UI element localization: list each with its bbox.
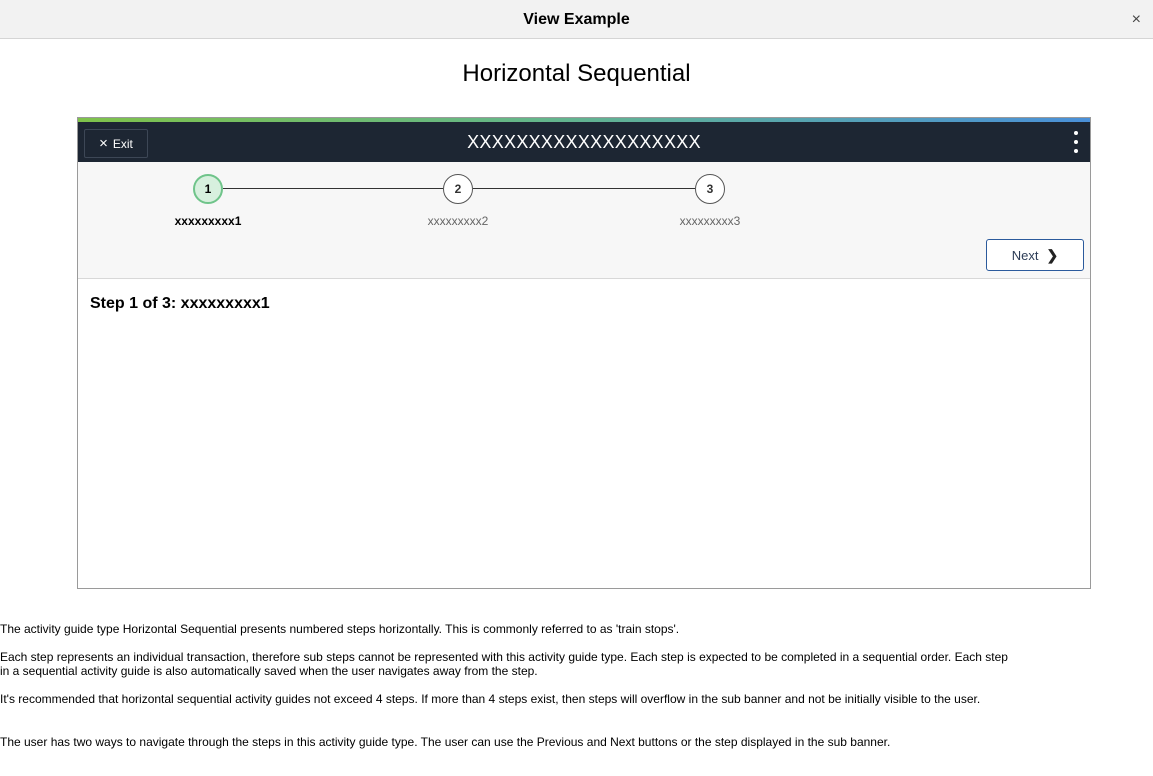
step-1-circle[interactable]: 1	[193, 174, 223, 204]
step-1-label[interactable]: xxxxxxxxx1	[138, 214, 278, 228]
step-heading: Step 1 of 3: xxxxxxxxx1	[90, 295, 270, 312]
dialog-title: View Example	[523, 11, 630, 28]
description-paragraph: Each step represents an individual trans…	[0, 650, 1008, 678]
description-paragraph: The activity guide type Horizontal Seque…	[0, 622, 680, 636]
example-frame: × Exit XXXXXXXXXXXXXXXXXXX 1 xxxxxxxxx1 …	[77, 117, 1091, 589]
step-2-circle[interactable]: 2	[443, 174, 473, 204]
sub-banner: 1 xxxxxxxxx1 2 xxxxxxxxx2 3 xxxxxxxxx3 N…	[78, 162, 1090, 279]
step-3-circle[interactable]: 3	[695, 174, 725, 204]
close-icon[interactable]: ×	[1132, 12, 1141, 28]
description-paragraph: The user has two ways to navigate throug…	[0, 735, 891, 749]
dialog-header: View Example ×	[0, 0, 1153, 39]
banner-title: XXXXXXXXXXXXXXXXXXX	[467, 132, 701, 152]
step-2-label[interactable]: xxxxxxxxx2	[388, 214, 528, 228]
chevron-right-icon: ❯	[1046, 246, 1059, 263]
next-label: Next	[1011, 247, 1039, 263]
page-title: Horizontal Sequential	[462, 60, 691, 87]
more-options-icon[interactable]	[1072, 131, 1080, 153]
step-3-label[interactable]: xxxxxxxxx3	[640, 214, 780, 228]
train-connector	[473, 188, 695, 189]
description-paragraph: It's recommended that horizontal sequent…	[0, 692, 981, 706]
banner: × Exit XXXXXXXXXXXXXXXXXXX	[78, 122, 1090, 162]
train-connector	[223, 188, 443, 189]
next-button[interactable]: Next ❯	[986, 239, 1084, 271]
